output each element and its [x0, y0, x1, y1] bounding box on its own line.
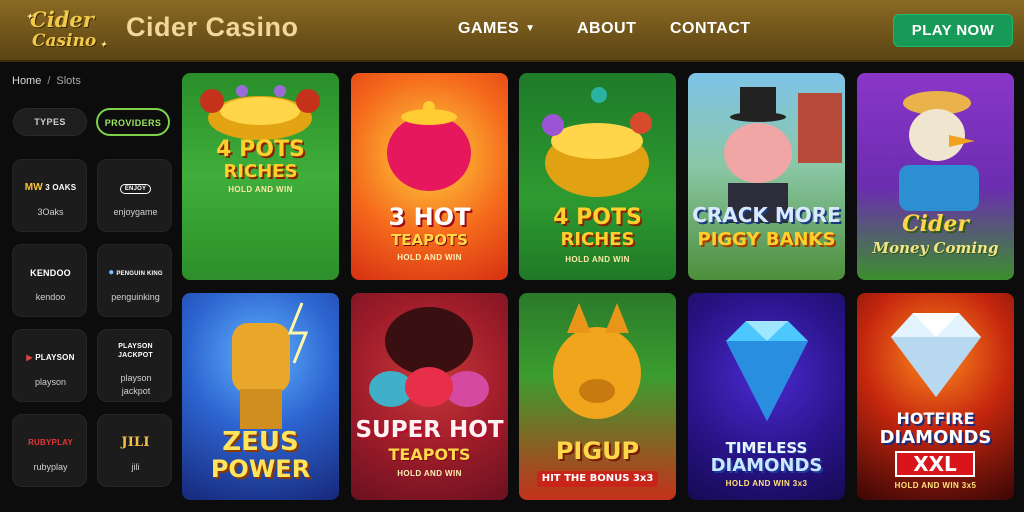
provider-name: rubyplay — [33, 462, 68, 472]
game-title: HOTFIRE — [896, 409, 975, 428]
provider-kendoo[interactable]: KENDOO kendoo — [12, 244, 87, 317]
game-tagline: HOLD AND WIN 3x3 — [725, 479, 808, 488]
nav-about[interactable]: ABOUT — [577, 20, 636, 38]
game-title: 4 POTS — [553, 205, 642, 230]
provider-logo: ● PENGUIN KING — [108, 267, 163, 278]
logo-star-icon: ✦ — [26, 11, 33, 21]
provider-logo: ▶ PLAYSON — [26, 353, 75, 362]
game-subtitle: HIT THE BONUS 3x3 — [537, 471, 658, 487]
play-now-button[interactable]: PLAY NOW — [893, 14, 1013, 47]
game-subtitle: TEAPOTS — [388, 445, 471, 464]
provider-logo: MW 3 OAKS — [24, 182, 77, 193]
tab-types[interactable]: TYPES — [13, 108, 87, 136]
game-title: CRACK MORE — [692, 203, 841, 227]
breadcrumb-current: Slots — [56, 75, 81, 87]
game-card-super-hot-teapots[interactable]: SUPER HOT TEAPOTS HOLD AND WIN — [351, 293, 508, 500]
provider-enjoygame[interactable]: ENJOY enjoygame — [97, 159, 172, 232]
golden-pig-artwork — [553, 303, 641, 419]
provider-name: playson — [34, 377, 67, 387]
provider-logo: RUBYPLAY — [28, 438, 73, 447]
game-tagline: HOLD AND WIN — [228, 185, 293, 194]
game-card-zeus-power[interactable]: ZEUS POWER — [182, 293, 339, 500]
tab-providers[interactable]: PROVIDERS — [96, 108, 170, 136]
game-subtitle: RICHES — [223, 161, 298, 182]
provider-logo: PLAYSON JACKPOT — [118, 343, 153, 359]
provider-logo: KENDOO — [30, 268, 71, 278]
play-icon: ▶ — [26, 353, 33, 362]
game-subtitle: RICHES — [560, 229, 635, 250]
game-card-timeless-diamonds[interactable]: TIMELESS DIAMONDS HOLD AND WIN 3x3 — [688, 293, 845, 500]
game-subtitle: DIAMONDS — [879, 427, 992, 448]
game-tagline: HOLD AND WIN — [397, 469, 462, 478]
provider-name: penguinking — [111, 292, 160, 302]
provider-3oaks[interactable]: MW 3 OAKS 3Oaks — [12, 159, 87, 232]
game-tagline: HOLD AND WIN — [397, 253, 462, 262]
logo-text-line1: Cider — [30, 7, 94, 32]
breadcrumb-separator: / — [47, 75, 51, 87]
game-card-hotfire-diamonds-xxl[interactable]: HOTFIRE DIAMONDS XXL HOLD AND WIN 3x5 — [857, 293, 1014, 500]
provider-playson-jackpot[interactable]: PLAYSON JACKPOT playson jackpot — [97, 329, 172, 402]
provider-playson[interactable]: ▶ PLAYSON playson — [12, 329, 87, 402]
nav-games-label: GAMES — [458, 20, 520, 37]
nav-contact[interactable]: CONTACT — [670, 20, 751, 38]
game-tagline: HOLD AND WIN — [565, 255, 630, 264]
game-card-cider-money-coming[interactable]: Cider Money Coming — [857, 73, 1014, 280]
provider-jili[interactable]: JILI jili — [97, 414, 172, 487]
game-title: PIGUP — [555, 437, 640, 465]
cider-casino-logo[interactable]: Cider Casino ✦ ✦ — [18, 5, 110, 57]
provider-name: 3Oaks — [37, 207, 64, 217]
provider-name: jili — [131, 462, 140, 472]
game-title: TIMELESS — [725, 439, 808, 457]
provider-name: enjoygame — [113, 207, 158, 217]
provider-penguinking[interactable]: ● PENGUIN KING penguinking — [97, 244, 172, 317]
game-badge: XXL — [895, 451, 975, 477]
logo-star-icon: ✦ — [100, 39, 107, 49]
game-card-crack-more-piggy-banks[interactable]: CRACK MORE PIGGY BANKS — [688, 73, 845, 280]
brand-name[interactable]: Cider Casino — [126, 12, 299, 43]
game-card-4-pots-riches-alt[interactable]: 4 POTS RICHES HOLD AND WIN — [519, 73, 676, 280]
penguin-icon: ● — [108, 267, 115, 278]
breadcrumb: Home / Slots — [12, 75, 81, 87]
provider-name: kendoo — [35, 292, 66, 302]
game-subtitle: PIGGY BANKS — [697, 229, 836, 250]
logo-text-line2: Casino — [32, 31, 97, 51]
game-subtitle: DIAMONDS — [710, 455, 823, 476]
provider-rubyplay[interactable]: RUBYPLAY rubyplay — [12, 414, 87, 487]
game-title: ZEUS — [222, 427, 299, 457]
site-header: Cider Casino ✦ ✦ Cider Casino GAMES ▼ ABO… — [0, 0, 1024, 62]
provider-name: playson jackpot — [120, 373, 152, 396]
nav-games[interactable]: GAMES ▼ — [458, 20, 536, 38]
provider-logo: JILI — [121, 435, 150, 450]
game-card-4-pots-riches[interactable]: 4 POTS RICHES HOLD AND WIN — [182, 73, 339, 280]
game-subtitle: Money Coming — [872, 239, 999, 257]
game-title: 4 POTS — [216, 137, 305, 162]
breadcrumb-home[interactable]: Home — [12, 75, 41, 87]
game-card-3-hot-teapots[interactable]: 3 HOT TEAPOTS HOLD AND WIN — [351, 73, 508, 280]
game-tagline: HOLD AND WIN 3x5 — [894, 481, 977, 490]
game-subtitle: POWER — [210, 455, 311, 483]
game-title: Cider — [902, 211, 969, 237]
game-title: 3 HOT — [388, 203, 471, 231]
game-subtitle: TEAPOTS — [391, 231, 468, 249]
provider-logo: ENJOY — [104, 180, 167, 196]
game-card-pigup[interactable]: PIGUP HIT THE BONUS 3x3 — [519, 293, 676, 500]
caret-down-icon: ▼ — [525, 23, 536, 34]
game-title: SUPER HOT — [355, 417, 504, 443]
